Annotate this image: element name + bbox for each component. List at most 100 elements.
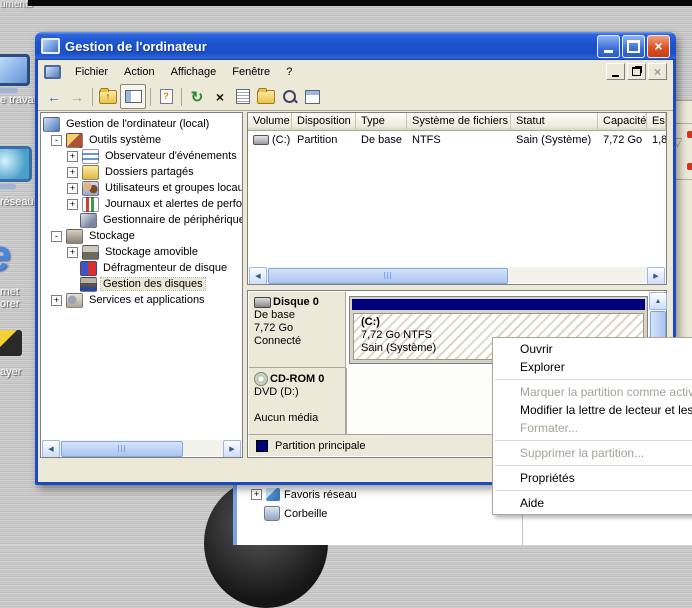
network-places-label[interactable]: réseau: [0, 196, 34, 208]
column-volume[interactable]: Volume: [248, 113, 292, 131]
menu-fichier[interactable]: Fichier: [67, 63, 116, 81]
mdi-child-icon[interactable]: [44, 65, 61, 79]
menu-item-proprietes[interactable]: Propriétés: [493, 469, 692, 487]
back-icon[interactable]: ←: [43, 86, 65, 107]
menu-fenetre[interactable]: Fenêtre: [224, 63, 278, 81]
my-computer-label[interactable]: e trava: [0, 94, 34, 106]
tree-item-stockage-amovible[interactable]: + Stockage amovible: [41, 244, 242, 260]
menu-item-aide[interactable]: Aide: [493, 494, 692, 512]
up-one-level-icon[interactable]: ↑: [97, 86, 119, 107]
cdrom-title: CD-ROM 0: [270, 373, 324, 386]
tree-item-journaux-alertes[interactable]: + Journaux et alertes de perfo: [41, 196, 242, 212]
internet-explorer-label-2[interactable]: orer: [0, 298, 20, 310]
tree-item-label[interactable]: Défragmenteur de disque: [101, 262, 229, 274]
my-computer-icon[interactable]: [0, 54, 30, 93]
expand-icon[interactable]: +: [67, 151, 78, 162]
column-type[interactable]: Type: [356, 113, 407, 131]
cell-volume: (C:): [272, 134, 290, 146]
tree-item-label[interactable]: Gestion de l'ordinateur (local): [64, 118, 211, 130]
scroll-right-icon[interactable]: ▶: [223, 440, 241, 458]
tree-horizontal-scrollbar[interactable]: ◀ ▶: [42, 440, 241, 456]
menu-affichage[interactable]: Affichage: [163, 63, 225, 81]
internet-explorer-icon[interactable]: e: [0, 236, 10, 276]
tree-item-label[interactable]: Services et applications: [87, 294, 207, 306]
scroll-up-icon[interactable]: ▲: [649, 292, 667, 310]
column-capacite[interactable]: Capacité: [598, 113, 647, 131]
menu-item-ouvrir[interactable]: Ouvrir: [493, 340, 692, 358]
tree-item-observateur-evenements[interactable]: + Observateur d'événements: [41, 148, 242, 164]
volume-list-header: Volume Disposition Type Système de fichi…: [248, 113, 666, 131]
tree-item-label[interactable]: Gestionnaire de périphérique: [101, 214, 243, 226]
column-statut[interactable]: Statut: [511, 113, 598, 131]
tree-item-favoris-reseau[interactable]: + Favoris réseau: [251, 488, 357, 501]
column-disposition[interactable]: Disposition: [292, 113, 356, 131]
tree-item-corbeille[interactable]: Corbeille: [264, 506, 327, 521]
refresh-icon[interactable]: ↻: [186, 86, 208, 107]
mdi-minimize-button[interactable]: [606, 63, 625, 80]
views-icon[interactable]: [301, 86, 323, 107]
open-folder-icon[interactable]: [255, 86, 277, 107]
expand-icon[interactable]: +: [67, 183, 78, 194]
disk0-status: Connecté: [254, 335, 345, 348]
tree-item-defragmenteur[interactable]: Défragmenteur de disque: [41, 260, 242, 276]
volume-list-horizontal-scrollbar[interactable]: ◀ ▶: [249, 267, 665, 283]
collapse-icon[interactable]: -: [51, 231, 62, 242]
scroll-left-icon[interactable]: ◀: [249, 267, 267, 285]
show-hide-console-tree-icon[interactable]: [120, 84, 146, 109]
tree-item-gestion-disques[interactable]: Gestion des disques: [41, 276, 242, 292]
tree-item-utilisateurs-groupes[interactable]: + Utilisateurs et groupes locau: [41, 180, 242, 196]
cdrom-header[interactable]: CD-ROM 0 DVD (D:) Aucun média: [249, 368, 346, 436]
primary-partition-band: [352, 299, 645, 310]
maximize-button[interactable]: [622, 35, 645, 58]
media-player-icon[interactable]: [0, 330, 22, 356]
expand-icon[interactable]: +: [67, 199, 78, 210]
tree-item-label[interactable]: Gestion des disques: [101, 278, 205, 290]
network-places-icon[interactable]: [0, 146, 32, 189]
menu-action[interactable]: Action: [116, 63, 163, 81]
scrollbar-thumb[interactable]: [61, 441, 183, 457]
menu-item-modifier-lettre[interactable]: Modifier la lettre de lecteur et les che…: [493, 401, 692, 419]
tree-item-outils-systeme[interactable]: - Outils système: [41, 132, 242, 148]
properties-icon[interactable]: [232, 86, 254, 107]
scroll-right-icon[interactable]: ▶: [647, 267, 665, 285]
mdi-close-button[interactable]: ×: [648, 63, 667, 80]
mdi-restore-button[interactable]: [627, 63, 646, 80]
tree-item-dossiers-partages[interactable]: + Dossiers partagés: [41, 164, 242, 180]
tree-item-label[interactable]: Corbeille: [284, 508, 327, 520]
help-icon[interactable]: ?: [155, 86, 177, 107]
expand-icon[interactable]: +: [251, 489, 262, 500]
tree-item-label[interactable]: Outils système: [87, 134, 163, 146]
menu-aide[interactable]: ?: [278, 63, 300, 81]
close-button[interactable]: ×: [647, 35, 670, 58]
media-player-label[interactable]: ayer: [0, 366, 21, 378]
scroll-left-icon[interactable]: ◀: [42, 440, 60, 458]
tree-item-label[interactable]: Stockage amovible: [103, 246, 200, 258]
delete-icon[interactable]: ×: [209, 86, 231, 107]
tree-item-gestionnaire-peripherique[interactable]: Gestionnaire de périphérique: [41, 212, 242, 228]
collapse-icon[interactable]: -: [51, 135, 62, 146]
expand-icon[interactable]: +: [67, 167, 78, 178]
tree-item-label[interactable]: Dossiers partagés: [103, 166, 196, 178]
column-systeme-fichiers[interactable]: Système de fichiers: [407, 113, 511, 131]
expand-icon[interactable]: +: [67, 247, 78, 258]
internet-explorer-label-1[interactable]: rnet: [0, 286, 19, 298]
volume-row-c[interactable]: (C:) Partition De base NTFS Sain (Systèm…: [248, 131, 666, 148]
expand-icon[interactable]: +: [51, 295, 62, 306]
scrollbar-thumb[interactable]: [650, 311, 666, 339]
tree-item-stockage[interactable]: - Stockage: [41, 228, 242, 244]
tree-item-label[interactable]: Favoris réseau: [284, 489, 357, 501]
disk0-header[interactable]: Disque 0 De base 7,72 Go Connecté: [249, 292, 346, 368]
cdrom-media: DVD (D:): [254, 386, 345, 399]
column-espace[interactable]: Esp: [647, 113, 666, 131]
title-bar[interactable]: Gestion de l'ordinateur ×: [35, 32, 676, 60]
scrollbar-thumb[interactable]: [268, 268, 508, 284]
menu-item-explorer[interactable]: Explorer: [493, 358, 692, 376]
tree-item-label[interactable]: Journaux et alertes de perfo: [103, 198, 243, 210]
tree-item-label[interactable]: Stockage: [87, 230, 137, 242]
minimize-button[interactable]: [597, 35, 620, 58]
tree-item-gestion-ordinateur[interactable]: Gestion de l'ordinateur (local): [41, 116, 242, 132]
find-icon[interactable]: [278, 86, 300, 107]
tree-item-label[interactable]: Utilisateurs et groupes locau: [103, 182, 243, 194]
tree-item-label[interactable]: Observateur d'événements: [103, 150, 239, 162]
tree-item-services-applications[interactable]: + Services et applications: [41, 292, 242, 308]
